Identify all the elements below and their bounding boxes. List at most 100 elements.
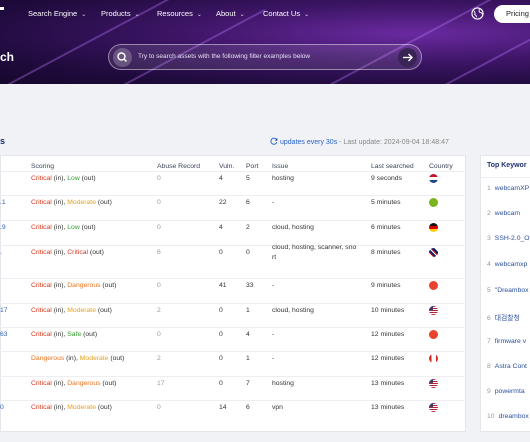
score-out: Moderate <box>67 307 96 314</box>
scoring: Critical (in), Low (out) <box>31 175 96 182</box>
issue-cont: rt <box>272 254 277 261</box>
col-header-country[interactable]: Country <box>429 163 453 170</box>
abuse-record: 6 <box>157 249 161 256</box>
chevron-down-icon: ⌄ <box>239 12 245 18</box>
vuln-count: 22 <box>219 199 227 206</box>
search-icon <box>113 48 132 67</box>
pricing-button[interactable]: Pricing <box>494 5 530 23</box>
country-flag <box>429 223 438 232</box>
col-header-vuln[interactable]: Vuln. <box>219 163 234 170</box>
table-row[interactable] <box>0 400 466 401</box>
table-row[interactable] <box>0 278 466 279</box>
keyword-item[interactable]: 3 SSH-2.0_Op <box>487 235 530 242</box>
keyword-item[interactable]: 9 powermta <box>487 388 525 395</box>
last-searched: 10 minutes <box>371 307 405 314</box>
last-searched: 5 minutes <box>371 199 401 206</box>
ip-address[interactable]: .1 <box>0 198 6 207</box>
table-row[interactable] <box>0 171 466 172</box>
keyword-rank: 5 <box>487 287 491 294</box>
top-keywords-title: Top Keywor <box>487 162 527 169</box>
nav-about[interactable]: About ⌄ <box>216 9 245 20</box>
keyword-item[interactable]: 7 firmware v <box>487 338 526 345</box>
scoring: Critical (in), Moderate (out) <box>31 199 112 206</box>
table-row[interactable] <box>0 327 466 328</box>
last-update: - Last update: 2024-09-04 18:48:47 <box>339 139 449 146</box>
country-flag <box>429 379 438 388</box>
keyword-item[interactable]: 1 webcamXP <box>487 185 529 192</box>
section-title: s <box>0 136 6 146</box>
last-searched: 9 seconds <box>371 175 402 182</box>
score-in: Critical <box>31 380 52 387</box>
keyword-item[interactable]: 6 대검찰청 <box>487 312 520 322</box>
score-out: Moderate <box>67 404 96 411</box>
ip-address[interactable]: 17 <box>0 306 8 315</box>
col-header-last-searched[interactable]: Last searched <box>371 163 414 170</box>
vuln-count: 0 <box>219 355 223 362</box>
score-out: Low <box>67 175 80 182</box>
keyword-item[interactable]: 5 "Dreambox <box>487 287 529 294</box>
score-in: Critical <box>31 307 52 314</box>
score-out: Moderate <box>79 355 109 362</box>
abuse-record: 0 <box>157 175 161 182</box>
table-row[interactable] <box>0 245 466 246</box>
table-row[interactable] <box>0 376 466 377</box>
keyword-item[interactable]: 4 webcamxp <box>487 261 527 268</box>
keyword-item[interactable]: 10 dreambox <box>487 413 529 420</box>
issue: cloud, hosting <box>272 224 314 231</box>
ip-address[interactable]: . <box>0 248 2 257</box>
nav-resources[interactable]: Resources ⌄ <box>157 9 202 20</box>
refresh-icon[interactable] <box>270 137 278 145</box>
chevron-down-icon: ⌄ <box>81 12 87 18</box>
col-header-port[interactable]: Port <box>246 163 258 170</box>
col-header-issue[interactable]: Issue <box>272 163 288 170</box>
vuln-count: 14 <box>219 404 227 411</box>
vuln-count: 0 <box>219 249 223 256</box>
keyword-text: firmware v <box>494 338 527 345</box>
score-out: Critical <box>67 249 89 256</box>
keyword-rank: 10 <box>487 413 495 420</box>
issue: hosting <box>272 380 294 387</box>
table-row[interactable] <box>0 303 466 304</box>
table-row[interactable] <box>0 195 466 196</box>
country-flag <box>429 354 438 363</box>
keyword-text: powermta <box>494 388 525 395</box>
score-in: Critical <box>31 249 52 256</box>
search-submit-button[interactable] <box>398 48 417 67</box>
ip-address[interactable]: 63 <box>0 330 8 339</box>
col-header-abuse-record[interactable]: Abuse Record <box>157 163 200 170</box>
globe-icon[interactable] <box>471 7 484 20</box>
vuln-count: 0 <box>219 331 223 338</box>
table-row[interactable] <box>0 220 466 221</box>
nav-search-engine[interactable]: Search Engine ⌄ <box>28 9 86 20</box>
search-input[interactable]: Try to search assets with the following … <box>138 53 310 60</box>
keyword-rank: 2 <box>487 210 491 217</box>
scoring: Critical (in), Moderate (out) <box>31 307 112 314</box>
keyword-rank: 4 <box>487 261 491 268</box>
port-count: 1 <box>246 307 250 314</box>
ip-address[interactable]: 0 <box>0 403 4 412</box>
port-count: 4 <box>246 331 250 338</box>
scoring: Dangerous (in), Moderate (out) <box>31 355 125 362</box>
issue: cloud, hosting <box>272 307 314 314</box>
top-nav: Search Engine ⌄ Products ⌄ Resources ⌄ Abou… <box>0 7 530 23</box>
score-out: Low <box>67 224 80 231</box>
nav-contact-us[interactable]: Contact Us ⌄ <box>263 9 309 20</box>
col-header-scoring[interactable]: Scoring <box>31 163 54 170</box>
table-row[interactable] <box>0 351 466 352</box>
keyword-item[interactable]: 8 Astra Cont <box>487 363 527 370</box>
update-interval: updates every 30s <box>280 139 338 146</box>
score-out: Safe <box>67 331 82 338</box>
search-bar[interactable]: Try to search assets with the following … <box>108 44 422 70</box>
ip-address[interactable]: .9 <box>0 223 6 232</box>
keyword-item[interactable]: 2 webcam <box>487 210 520 217</box>
chevron-down-icon: ⌄ <box>304 12 310 18</box>
keyword-rank: 1 <box>487 185 491 192</box>
abuse-record: 2 <box>157 355 161 362</box>
port-count: 6 <box>246 199 250 206</box>
keyword-text: dreambox <box>498 413 529 420</box>
scoring: Critical (in), Critical (out) <box>31 249 104 256</box>
port-count: 0 <box>246 249 250 256</box>
keyword-rank: 9 <box>487 388 491 395</box>
nav-products[interactable]: Products ⌄ <box>101 9 140 20</box>
scoring: Critical (in), Dangerous (out) <box>31 380 117 387</box>
